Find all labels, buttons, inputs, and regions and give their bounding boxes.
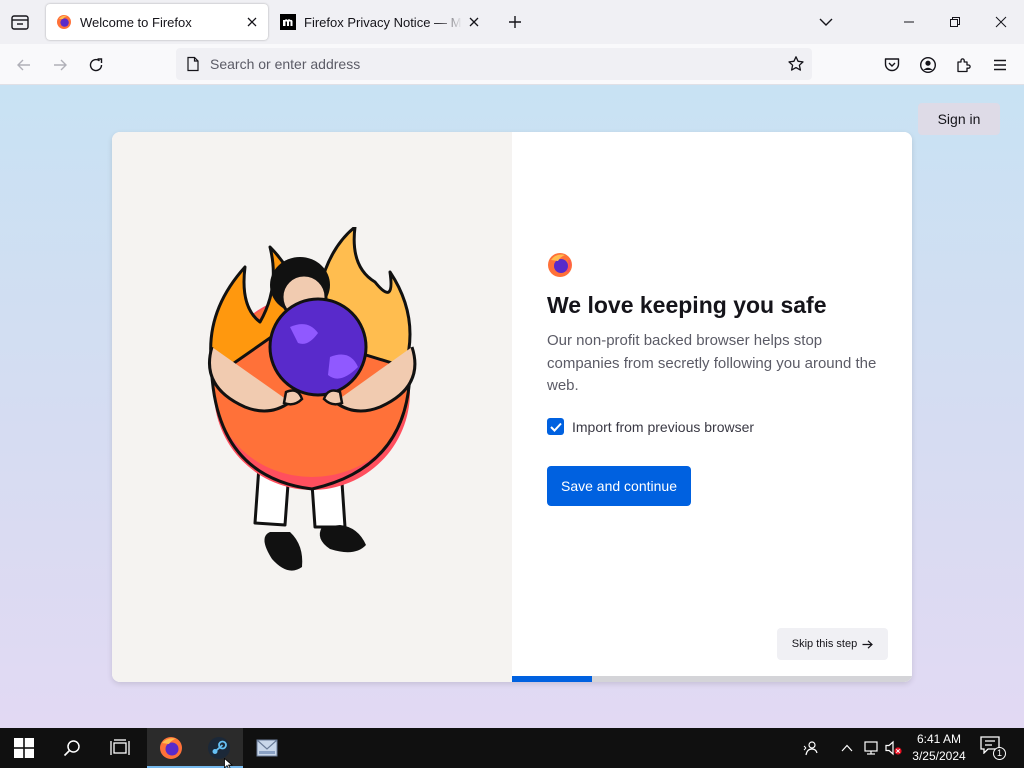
windows-logo-icon (14, 738, 34, 758)
page-subtitle: Our non-profit backed browser helps stop… (547, 332, 877, 394)
notification-badge: 1 (993, 747, 1006, 760)
tab-title: Welcome to Firefox (80, 14, 192, 30)
skip-step-button[interactable]: Skip this step (777, 628, 888, 660)
steam-icon (208, 737, 230, 759)
checkmark-icon (549, 422, 562, 432)
tab-strip: Welcome to Firefox Firefox Privacy Notic… (0, 0, 1024, 44)
network-button[interactable] (861, 738, 881, 758)
firefox-logo-icon (548, 253, 572, 277)
app-menu-button[interactable] (986, 51, 1014, 79)
mail-app-icon (256, 739, 278, 757)
reload-icon (89, 58, 103, 72)
people-icon (803, 741, 818, 756)
firefox-view-button[interactable] (9, 11, 31, 33)
skip-step-label: Skip this step (791, 638, 858, 650)
search-button[interactable] (48, 728, 96, 768)
tab-close-button[interactable] (240, 10, 264, 34)
close-window-button[interactable] (978, 6, 1024, 38)
tab-welcome[interactable]: Welcome to Firefox (46, 4, 268, 40)
back-arrow-icon (17, 59, 30, 71)
tab-close-button[interactable] (462, 10, 486, 34)
close-icon (247, 17, 257, 27)
close-icon (995, 16, 1007, 28)
onboarding-content-panel: We love keeping you safe Our non-profit … (512, 132, 912, 682)
address-bar[interactable] (176, 48, 812, 80)
onboarding-card: We love keeping you safe Our non-profit … (112, 132, 912, 682)
star-icon (788, 56, 804, 71)
mozilla-m-icon (280, 14, 296, 30)
sign-in-button[interactable]: Sign in (918, 103, 1000, 135)
bookmark-star-button[interactable] (782, 50, 810, 78)
save-and-continue-button[interactable]: Save and continue (547, 466, 691, 506)
pocket-icon (884, 58, 900, 72)
task-view-icon (110, 739, 130, 755)
volume-button[interactable] (884, 738, 904, 758)
illustration-panel (112, 132, 512, 682)
back-button[interactable] (10, 51, 38, 79)
account-button[interactable] (914, 51, 942, 79)
taskbar-mail-app[interactable] (243, 728, 291, 768)
minimize-icon (904, 21, 914, 23)
restore-button[interactable] (932, 6, 978, 38)
plus-icon (509, 16, 521, 28)
pocket-button[interactable] (878, 51, 906, 79)
reload-button[interactable] (82, 51, 110, 79)
new-tab-button[interactable] (503, 10, 527, 34)
start-button[interactable] (0, 728, 48, 768)
navigation-toolbar (0, 44, 1024, 85)
chevron-up-icon (841, 744, 853, 752)
list-all-tabs-button[interactable] (814, 10, 838, 34)
extensions-button[interactable] (950, 51, 978, 79)
chevron-down-icon (819, 18, 833, 26)
import-checkbox-label: Import from previous browser (572, 418, 755, 435)
forward-button[interactable] (46, 51, 74, 79)
puzzle-piece-icon (957, 58, 971, 73)
action-center-button[interactable]: 1 (980, 736, 1006, 760)
network-icon (864, 741, 878, 755)
arrow-right-icon (862, 639, 874, 649)
people-button[interactable] (801, 738, 821, 758)
firefox-icon (160, 737, 182, 759)
close-icon (469, 17, 479, 27)
tab-title: Firefox Privacy Notice — Mozilla (304, 14, 462, 30)
tab-privacy-notice[interactable]: Firefox Privacy Notice — Mozilla (270, 4, 490, 40)
firefox-view-icon (11, 15, 29, 30)
page-icon (187, 56, 199, 72)
onboarding-progress-bar (512, 676, 912, 682)
forward-arrow-icon (54, 59, 67, 71)
mouse-cursor-icon (224, 758, 233, 768)
clock-date: 3/25/2024 (912, 749, 966, 763)
task-view-button[interactable] (96, 728, 144, 768)
import-checkbox[interactable] (547, 418, 564, 435)
taskbar-steam[interactable] (195, 728, 243, 768)
show-hidden-icons-button[interactable] (837, 738, 857, 758)
firefox-icon (57, 15, 71, 29)
windows-taskbar: 6:41 AM 3/25/2024 1 (0, 728, 1024, 768)
page-title: We love keeping you safe (547, 292, 827, 318)
address-input[interactable] (210, 56, 782, 72)
restore-icon (950, 17, 960, 27)
person-hugging-firefox-illustration (207, 227, 417, 571)
minimize-button[interactable] (886, 6, 932, 38)
progress-fill (512, 676, 592, 682)
import-checkbox-row[interactable]: Import from previous browser (547, 418, 754, 435)
clock-time: 6:41 AM (916, 732, 962, 746)
hamburger-menu-icon (994, 59, 1006, 71)
taskbar-firefox[interactable] (147, 728, 195, 768)
search-icon (63, 740, 80, 757)
system-clock[interactable]: 6:41 AM 3/25/2024 (906, 731, 972, 765)
account-icon (919, 56, 937, 74)
onboarding-page: Sign in We love keeping you safe Our non… (0, 85, 1024, 728)
volume-muted-icon (885, 740, 902, 756)
